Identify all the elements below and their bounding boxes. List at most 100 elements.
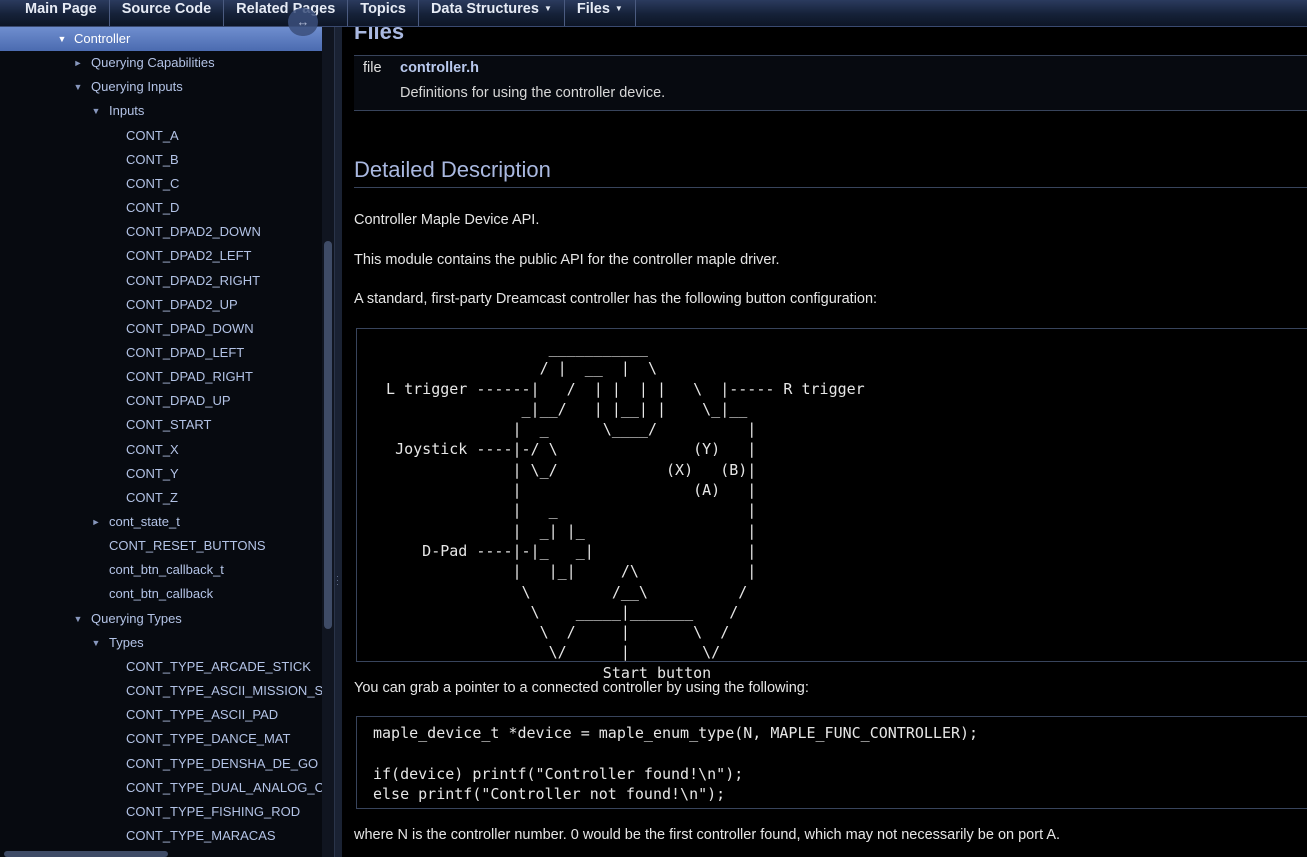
tree-item-cont-state-t[interactable]: ► cont_state_t bbox=[0, 510, 322, 534]
expanded-arrow-icon[interactable]: ▼ bbox=[72, 75, 84, 99]
tree-item-cont-type-maracas[interactable]: CONT_TYPE_MARACAS bbox=[0, 824, 322, 848]
tree-item-label: CONT_X bbox=[126, 441, 179, 457]
tree-item-cont-c[interactable]: CONT_C bbox=[0, 172, 322, 196]
tree-item-label: CONT_TYPE_FISHING_ROD bbox=[126, 803, 301, 819]
pointer-intro-text: You can grab a pointer to a connected co… bbox=[354, 680, 809, 696]
code-block: maple_device_t *device = maple_enum_type… bbox=[356, 716, 1307, 809]
expanded-arrow-icon[interactable]: ▼ bbox=[90, 631, 102, 655]
file-description: Definitions for using the controller dev… bbox=[400, 85, 666, 101]
tree-item-label: cont_btn_callback_t bbox=[109, 562, 224, 578]
tree-item-querying-inputs[interactable]: ▼ Querying Inputs bbox=[0, 75, 322, 99]
ascii-art-controller: ___________ / | __ | \ L trigger ------|… bbox=[386, 339, 865, 682]
tree-item-cont-type-fishing-rod[interactable]: CONT_TYPE_FISHING_ROD bbox=[0, 800, 322, 824]
tree-item-cont-a[interactable]: CONT_A bbox=[0, 124, 322, 148]
tree-item-label: CONT_TYPE_ASCII_MISSION_STICK bbox=[126, 683, 322, 699]
config-intro-text: A standard, first-party Dreamcast contro… bbox=[354, 291, 878, 307]
tree-item-cont-type-densha-de-go[interactable]: CONT_TYPE_DENSHA_DE_GO bbox=[0, 752, 322, 776]
tree-item-cont-dpad-up[interactable]: CONT_DPAD_UP bbox=[0, 389, 322, 413]
footer-note-text: where N is the controller number. 0 woul… bbox=[354, 827, 1061, 843]
files-heading: Files bbox=[354, 27, 405, 44]
tree-item-label: CONT_DPAD2_DOWN bbox=[126, 224, 261, 240]
detailed-description-heading: Detailed Description bbox=[354, 157, 1307, 188]
expanded-arrow-icon[interactable]: ▼ bbox=[56, 27, 68, 51]
tree-item-cont-start[interactable]: CONT_START bbox=[0, 413, 322, 437]
tree-item-cont-reset-buttons[interactable]: CONT_RESET_BUTTONS bbox=[0, 534, 322, 558]
tree-item-cont-dpad2-left[interactable]: CONT_DPAD2_LEFT bbox=[0, 244, 322, 268]
intro-text: This module contains the public API for … bbox=[354, 252, 780, 268]
tree-item-types[interactable]: ▼ Types bbox=[0, 631, 322, 655]
collapsed-arrow-icon[interactable]: ► bbox=[72, 51, 84, 75]
sidebar-scrollbar-thumb[interactable] bbox=[324, 241, 332, 629]
sync-arrows-icon[interactable]: ↔ bbox=[288, 8, 318, 36]
tree-item-label: CONT_C bbox=[126, 175, 180, 191]
tree-item-label: Types bbox=[109, 634, 144, 650]
nav-label: Data Structures bbox=[430, 1, 539, 17]
nav-source-code[interactable]: Source Code bbox=[110, 0, 225, 26]
nav-related-pages[interactable]: Related Pages bbox=[224, 0, 349, 26]
tree-item-cont-type-ascii-mission-stick[interactable]: CONT_TYPE_ASCII_MISSION_STICK bbox=[0, 679, 322, 703]
collapsed-arrow-icon[interactable]: ► bbox=[90, 510, 102, 534]
tree-item-label: CONT_B bbox=[126, 151, 179, 167]
tree-item-cont-dpad2-right[interactable]: CONT_DPAD2_RIGHT bbox=[0, 269, 322, 293]
tree-item-cont-dpad2-up[interactable]: CONT_DPAD2_UP bbox=[0, 293, 322, 317]
tree-item-cont-x[interactable]: CONT_X bbox=[0, 438, 322, 462]
tree-item-controller[interactable]: ▼ Controller bbox=[0, 27, 322, 51]
nav-label: Main Page bbox=[25, 1, 97, 17]
tree-item-querying-capabilities[interactable]: ► Querying Capabilities bbox=[0, 51, 322, 75]
tree-item-cont-type-arcade-stick[interactable]: CONT_TYPE_ARCADE_STICK bbox=[0, 655, 322, 679]
tree-item-label: cont_state_t bbox=[109, 514, 180, 529]
brief-text: Controller Maple Device API. bbox=[354, 212, 540, 228]
tree-item-label: CONT_START bbox=[126, 417, 212, 433]
tree-item-label: CONT_A bbox=[126, 127, 179, 143]
nav-label: Topics bbox=[360, 1, 406, 17]
nav-label: Files bbox=[576, 1, 610, 17]
tree-item-inputs[interactable]: ▼ Inputs bbox=[0, 99, 322, 123]
tree-item-label: CONT_TYPE_MARACAS bbox=[126, 827, 276, 843]
tree-item-cont-d[interactable]: CONT_D bbox=[0, 196, 322, 220]
tree-item-label: CONT_TYPE_DANCE_MAT bbox=[126, 731, 291, 747]
tree-item-querying-types[interactable]: ▼ Querying Types bbox=[0, 607, 322, 631]
top-nav: Main Page Source Code Related Pages Topics D… bbox=[0, 0, 1307, 27]
tree-item-cont-type-ascii-pad[interactable]: CONT_TYPE_ASCII_PAD bbox=[0, 703, 322, 727]
tree-item-label: CONT_DPAD2_UP bbox=[126, 296, 238, 312]
nav-data-structures[interactable]: Data Structures ▼ bbox=[419, 0, 565, 26]
files-table: file controller.h Definitions for using … bbox=[354, 55, 1307, 111]
tree-item-cont-dpad2-down[interactable]: CONT_DPAD2_DOWN bbox=[0, 220, 322, 244]
tree-item-label: cont_btn_callback bbox=[109, 586, 214, 602]
tree-item-label: CONT_DPAD_DOWN bbox=[126, 320, 254, 336]
file-link-controller-h[interactable]: controller.h bbox=[400, 60, 479, 76]
tree-item-cont-dpad-down[interactable]: CONT_DPAD_DOWN bbox=[0, 317, 322, 341]
tree-item-label: Querying Inputs bbox=[91, 79, 183, 95]
ascii-art-block: ___________ / | __ | \ L trigger ------|… bbox=[356, 328, 1307, 682]
expanded-arrow-icon[interactable]: ▼ bbox=[72, 607, 84, 631]
caret-down-icon: ▼ bbox=[543, 4, 552, 13]
sidebar-horizontal-scrollbar[interactable] bbox=[4, 851, 168, 857]
nav-files[interactable]: Files ▼ bbox=[565, 0, 636, 26]
tree-item-label: CONT_DPAD2_LEFT bbox=[126, 248, 252, 264]
tree-item-cont-y[interactable]: CONT_Y bbox=[0, 462, 322, 486]
tree-item-cont-btn-callback[interactable]: cont_btn_callback bbox=[0, 582, 322, 606]
tree-item-label: Inputs bbox=[109, 103, 145, 119]
expanded-arrow-icon[interactable]: ▼ bbox=[90, 99, 102, 123]
tree-item-label: CONT_Z bbox=[126, 489, 178, 505]
tree-item-label: CONT_RESET_BUTTONS bbox=[109, 538, 266, 554]
nav-topics[interactable]: Topics bbox=[348, 0, 419, 26]
tree-item-label: CONT_TYPE_ASCII_PAD bbox=[126, 707, 279, 723]
caret-down-icon: ▼ bbox=[614, 4, 623, 13]
tree-item-cont-dpad-right[interactable]: CONT_DPAD_RIGHT bbox=[0, 365, 322, 389]
tree-item-cont-z[interactable]: CONT_Z bbox=[0, 486, 322, 510]
tree-item-cont-b[interactable]: CONT_B bbox=[0, 148, 322, 172]
tree-item-cont-type-dual-analog-c[interactable]: CONT_TYPE_DUAL_ANALOG_C bbox=[0, 776, 322, 800]
tree-item-label: Querying Types bbox=[91, 610, 182, 626]
tree-item-label: CONT_DPAD_RIGHT bbox=[126, 369, 253, 385]
tree-item-label: CONT_TYPE_DENSHA_DE_GO bbox=[126, 755, 319, 771]
splitter-grip-icon: · · · bbox=[336, 571, 339, 589]
tree-item-cont-type-dance-mat[interactable]: CONT_TYPE_DANCE_MAT bbox=[0, 727, 322, 751]
tree-item-cont-dpad-left[interactable]: CONT_DPAD_LEFT bbox=[0, 341, 322, 365]
tree-item-cont-btn-callback-t[interactable]: cont_btn_callback_t bbox=[0, 558, 322, 582]
nav-main-page[interactable]: Main Page bbox=[0, 0, 110, 26]
tree-item-label: CONT_DPAD_LEFT bbox=[126, 344, 245, 360]
tree-item-label: CONT_D bbox=[126, 200, 180, 216]
tree-item-label: CONT_DPAD_UP bbox=[126, 393, 231, 409]
file-kind-label: file bbox=[363, 60, 382, 76]
